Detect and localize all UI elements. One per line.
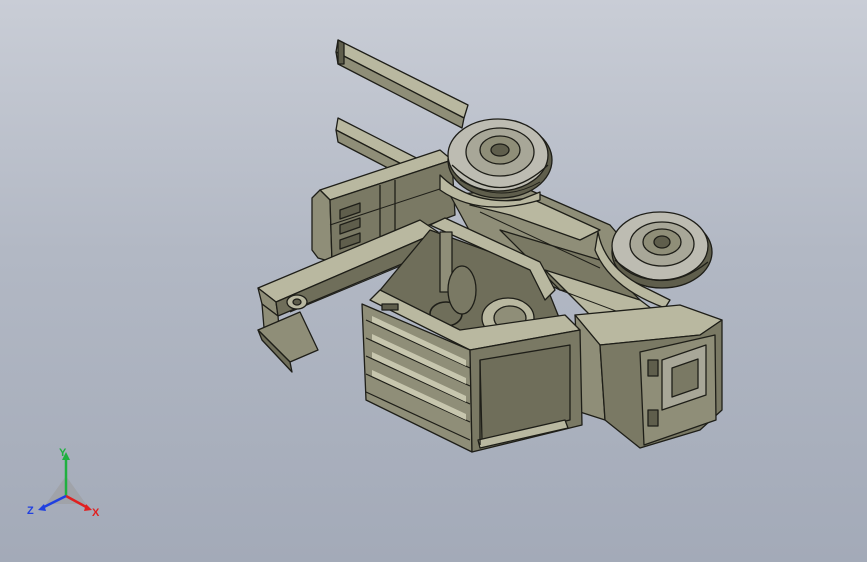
y-axis-label: Y	[59, 447, 67, 459]
z-axis-label: Z	[27, 505, 34, 517]
wheel-front	[447, 118, 553, 199]
z-axis-arrow-icon	[38, 504, 46, 511]
x-axis-label: X	[92, 507, 100, 519]
cad-viewport[interactable]: Y X Z	[0, 0, 867, 562]
forklift-3d-model[interactable]	[0, 0, 867, 562]
counterweight	[574, 304, 723, 449]
axis-triad: Y X Z	[27, 447, 100, 519]
fork-left	[335, 39, 469, 129]
